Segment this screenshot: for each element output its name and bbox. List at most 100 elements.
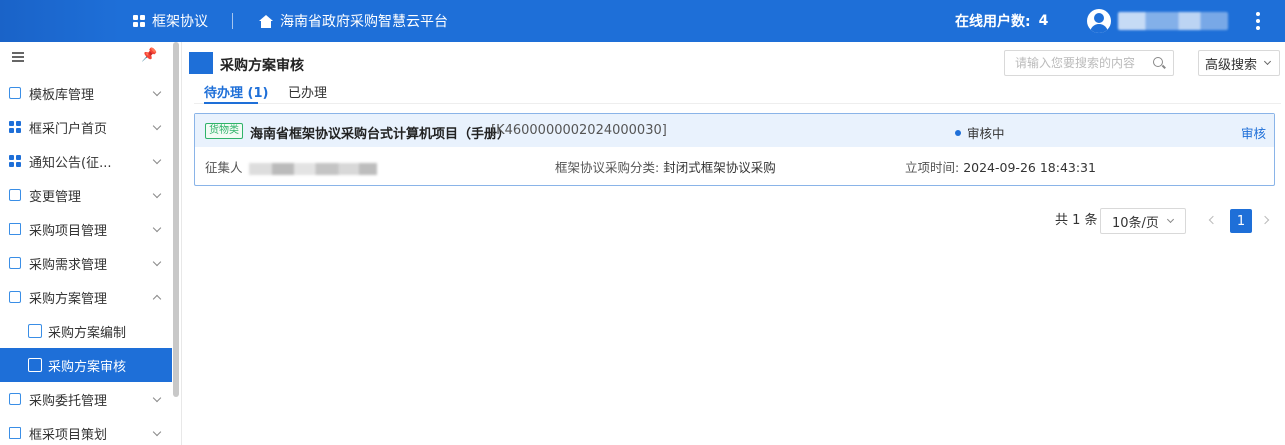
sidebar: 📌 模板库管理 框采门户首页 通知公告(征... 变更管理 采购项目管理 采购需… [0, 42, 182, 445]
sidebar-item-label: 采购方案管理 [29, 291, 108, 307]
page-title-marker [189, 52, 213, 74]
app-name: 框架协议 [152, 14, 208, 30]
tab-done[interactable]: 已办理 [288, 82, 327, 101]
time-field: 立项时间: 2024-09-26 18:43:31 [905, 157, 1096, 176]
sidebar-item-plan-management[interactable]: 采购方案管理 [0, 280, 172, 314]
chevron-down-icon [152, 121, 162, 131]
top-header: 框架协议 海南省政府采购智慧云平台 在线用户数: 4 [0, 0, 1285, 42]
search-input[interactable] [1005, 51, 1145, 75]
online-users-label: 在线用户数: [955, 14, 1031, 30]
avatar[interactable] [1087, 9, 1111, 33]
platform-name: 海南省政府采购智慧云平台 [280, 14, 448, 30]
task-card-header: 货物类 海南省框架协议采购台式计算机项目（手册） [K4600000002024… [195, 114, 1274, 147]
page-title: 采购方案审核 [220, 58, 304, 74]
folder-icon [9, 223, 21, 235]
sidebar-item-label: 框采门户首页 [29, 121, 108, 137]
folder-icon [9, 427, 21, 439]
document-icon [9, 393, 21, 405]
status-badge: 审核中 [955, 123, 1005, 142]
main-content: 采购方案审核 高级搜索 待办理 (1) 已办理 货物类 海南省框架协议采购台式计… [182, 42, 1285, 445]
more-menu-icon[interactable] [1256, 12, 1260, 30]
chevron-down-icon [152, 189, 162, 199]
collector-field: 征集人 [205, 157, 377, 176]
template-icon [9, 87, 21, 99]
menu-collapse-icon[interactable] [12, 52, 24, 62]
header-divider [232, 13, 233, 29]
search-box[interactable] [1004, 50, 1174, 76]
chevron-down-icon [152, 393, 162, 403]
task-card[interactable]: 货物类 海南省框架协议采购台式计算机项目（手册） [K4600000002024… [194, 113, 1275, 186]
category-field: 框架协议采购分类: 封闭式框架协议采购 [555, 157, 776, 176]
sidebar-item-entrust-management[interactable]: 采购委托管理 [0, 382, 172, 416]
chevron-down-icon [152, 87, 162, 97]
sidebar-item-label: 采购方案审核 [48, 359, 127, 375]
chevron-down-icon [1263, 57, 1272, 66]
sidebar-item-plan-review[interactable]: 采购方案审核 [0, 348, 172, 382]
sidebar-item-label: 通知公告(征... [29, 155, 112, 171]
sidebar-item-label: 框采项目策划 [29, 427, 108, 443]
sidebar-scrollbar[interactable] [173, 42, 179, 397]
home-link[interactable]: 海南省政府采购智慧云平台 [259, 0, 448, 42]
category-value: 封闭式框架协议采购 [663, 160, 776, 175]
sidebar-item-label: 采购方案编制 [48, 325, 127, 341]
app-switcher[interactable]: 框架协议 [133, 0, 208, 42]
chevron-up-icon [152, 294, 162, 304]
sidebar-item-notices[interactable]: 通知公告(征... [0, 144, 172, 178]
sidebar-item-label: 模板库管理 [29, 87, 95, 103]
collector-name-redacted [248, 162, 377, 175]
sidebar-item-project-management[interactable]: 采购项目管理 [0, 212, 172, 246]
time-label: 立项时间: [905, 160, 960, 175]
sidebar-item-plan-drafting[interactable]: 采购方案编制 [0, 314, 172, 348]
grid-icon [133, 15, 145, 27]
user-name-redacted[interactable] [1118, 12, 1228, 30]
page-size-value: 10条/页 [1112, 215, 1159, 231]
pin-icon[interactable]: 📌 [141, 48, 157, 63]
chevron-down-icon [152, 223, 162, 233]
project-code: [K4600000002024000030] [491, 123, 667, 138]
status-text: 审核中 [967, 126, 1005, 141]
grid-icon [9, 155, 21, 167]
project-title[interactable]: 海南省框架协议采购台式计算机项目（手册） [250, 123, 510, 142]
tab-pending[interactable]: 待办理 (1) [204, 82, 268, 101]
total-count: 共 1 条 [1055, 213, 1098, 228]
prev-page-icon[interactable] [1208, 215, 1218, 225]
collector-label: 征集人 [205, 160, 243, 175]
advanced-search-label: 高级搜索 [1205, 57, 1258, 73]
status-dot-icon [955, 129, 961, 136]
sidebar-item-portal-home[interactable]: 框采门户首页 [0, 110, 172, 144]
category-badge: 货物类 [205, 123, 243, 139]
current-page-button[interactable]: 1 [1230, 209, 1252, 233]
sidebar-item-label: 采购委托管理 [29, 393, 108, 409]
sidebar-item-label: 采购需求管理 [29, 257, 108, 273]
search-icon[interactable] [1153, 57, 1163, 67]
document-icon [9, 291, 21, 303]
document-icon [9, 257, 21, 269]
home-icon [259, 14, 273, 28]
sidebar-item-change-management[interactable]: 变更管理 [0, 178, 172, 212]
review-document-icon [28, 358, 42, 372]
online-users: 在线用户数: 4 [955, 0, 1048, 42]
header-left-accent [0, 0, 120, 42]
change-icon [9, 189, 21, 201]
sidebar-item-label: 变更管理 [29, 189, 82, 205]
review-button[interactable]: 审核 [1241, 123, 1266, 142]
sidebar-item-template-library[interactable]: 模板库管理 [0, 76, 172, 110]
sidebar-item-label: 采购项目管理 [29, 223, 108, 239]
edit-document-icon [28, 324, 42, 338]
sidebar-item-project-planning[interactable]: 框采项目策划 [0, 416, 172, 445]
chevron-down-icon [1166, 215, 1175, 224]
active-tab-indicator [204, 102, 258, 104]
chevron-down-icon [152, 155, 162, 165]
category-label: 框架协议采购分类: [555, 160, 660, 175]
online-users-count: 4 [1038, 13, 1049, 29]
sidebar-item-requirement-management[interactable]: 采购需求管理 [0, 246, 172, 280]
grid-icon [9, 121, 21, 133]
page-size-select[interactable]: 10条/页 [1100, 208, 1186, 234]
time-value: 2024-09-26 18:43:31 [963, 160, 1096, 175]
next-page-icon[interactable] [1260, 215, 1270, 225]
chevron-down-icon [152, 427, 162, 437]
tab-bar: 待办理 (1) 已办理 [194, 80, 1281, 104]
chevron-down-icon [152, 257, 162, 267]
advanced-search-dropdown[interactable]: 高级搜索 [1198, 50, 1280, 76]
sidebar-toolbar: 📌 [0, 42, 172, 76]
